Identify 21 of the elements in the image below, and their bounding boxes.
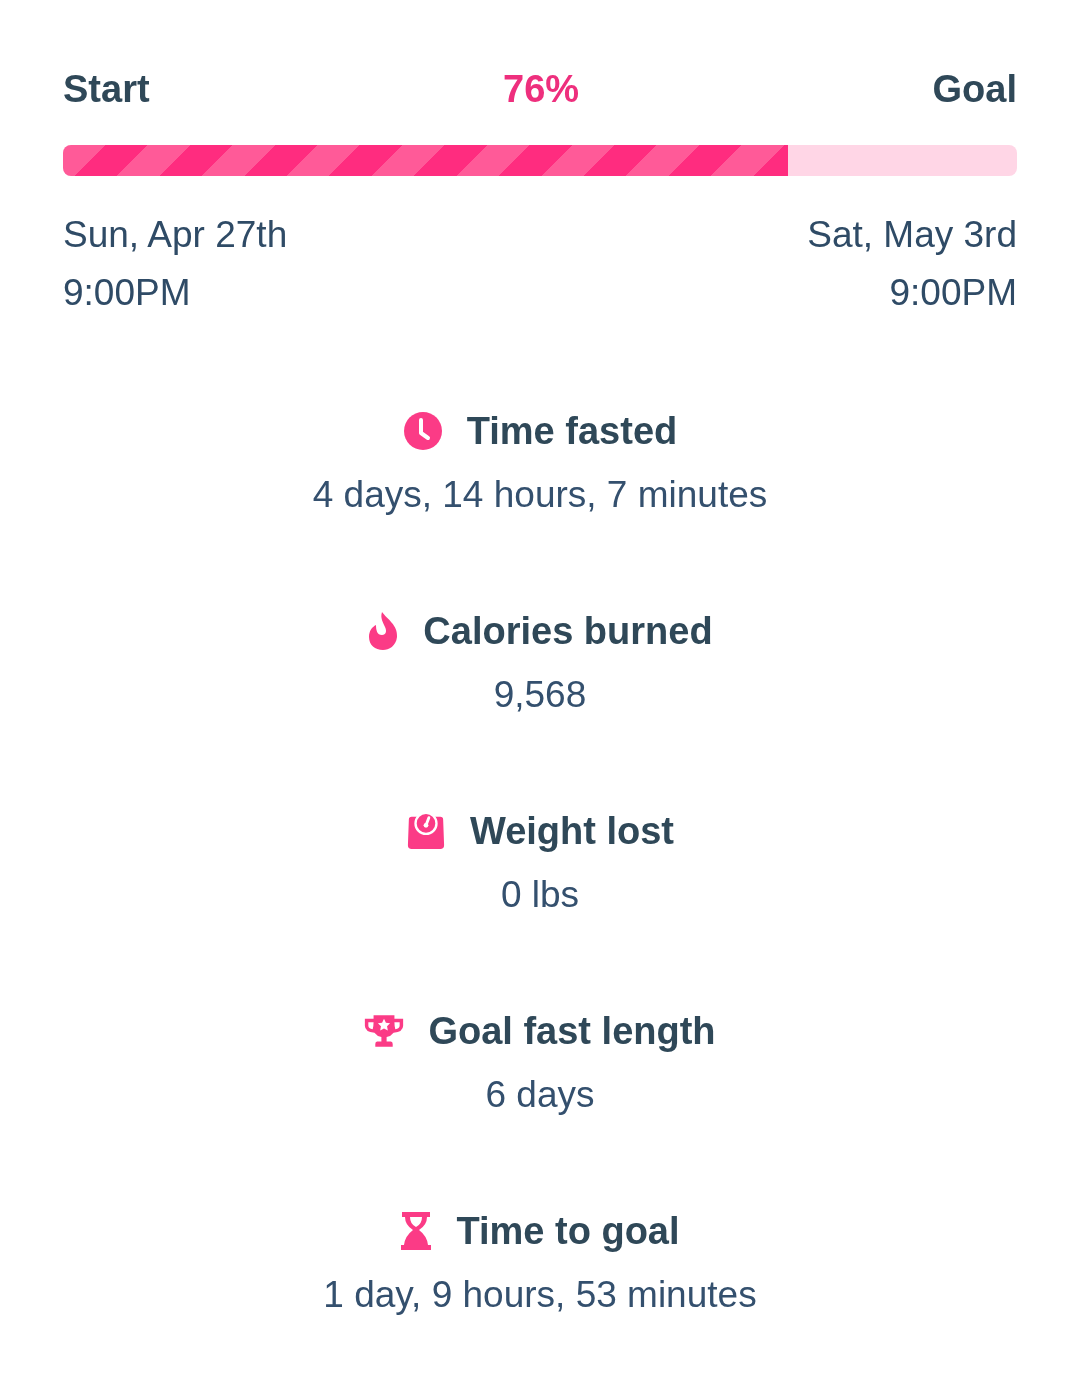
stat-value: 1 day, 9 hours, 53 minutes [323,1273,757,1317]
stat-value: 4 days, 14 hours, 7 minutes [312,473,768,517]
goal-label: Goal [932,67,1017,112]
stat-title: Calories burned [423,609,713,654]
stat-title: Time fasted [466,409,678,454]
hourglass-icon [400,1211,433,1251]
stat-value: 6 days [485,1073,595,1117]
clock-icon [402,411,443,451]
goal-date: Sat, May 3rd [807,213,1017,257]
stat-title: Weight lost [469,809,675,854]
stat-title: Goal fast length [428,1009,716,1054]
flame-icon [367,611,400,651]
goal-time: 9:00PM [889,271,1017,315]
scale-icon [405,811,446,851]
progress-percent: 76% [503,67,580,112]
stat-value: 9,568 [493,673,587,717]
start-time: 9:00PM [63,271,192,315]
start-label: Start [63,67,150,112]
stat-value: 0 lbs [500,873,580,917]
stat-title: Time to goal [456,1209,680,1254]
start-date: Sun, Apr 27th [63,213,288,257]
